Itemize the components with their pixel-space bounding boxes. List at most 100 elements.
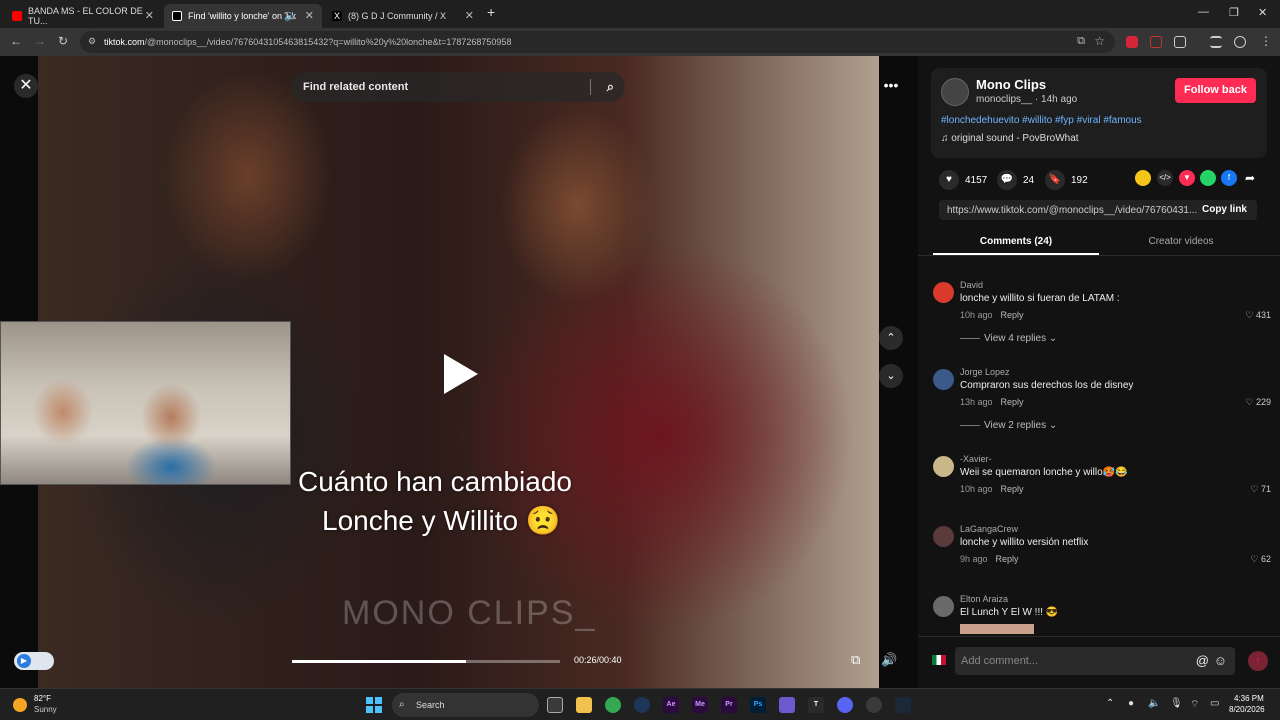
app-icon[interactable] [866,697,882,713]
comment-input[interactable]: Add comment... @ ☺ [955,647,1235,675]
taskbar-search[interactable]: ⌕ Search [392,693,539,717]
text-editor-icon[interactable]: T [808,697,824,713]
browser-tab-x[interactable]: X (8) G D J Community / X ✕ [324,4,482,28]
reload-icon[interactable]: ↻ [58,34,68,48]
sound-link[interactable]: ♫ original sound - PovBroWhat [941,133,1079,144]
post-comment-button[interactable]: ↑ [1248,651,1268,671]
video-player[interactable]: ✕ Find related content ⌕ ••• Cuánto han … [0,56,918,688]
weather-temperature[interactable]: 82°F [34,694,51,703]
comment-list[interactable]: David lonche y willito si fueran de LATA… [918,266,1280,634]
adblock-extension-icon[interactable] [1126,36,1138,48]
extensions-puzzle-icon[interactable] [1174,36,1186,48]
comment-like-button[interactable]: ♡ 431 [1245,310,1271,321]
avatar[interactable] [933,526,954,547]
premiere-icon[interactable]: Pr [721,697,737,713]
author-handle[interactable]: monoclips__ [976,94,1032,105]
avatar[interactable] [933,456,954,477]
next-video-button[interactable]: ⌄ [879,364,903,388]
app-icon[interactable] [634,697,650,713]
mention-icon[interactable]: @ [1196,647,1209,675]
maximize-icon[interactable]: ❐ [1229,6,1239,19]
menu-kebab-icon[interactable]: ⋮ [1260,34,1272,48]
steam-icon[interactable] [895,697,911,713]
autoscroll-toggle[interactable]: ▶ [14,652,54,670]
forward-icon[interactable]: → [34,34,46,48]
bookmark-star-icon[interactable]: ☆ [1094,34,1105,48]
speaker-icon[interactable]: 🔈 [1148,698,1160,709]
comment-user[interactable]: LaGangaCrew [960,524,1018,534]
save-button[interactable]: 🔖 192 [1045,170,1088,190]
back-icon[interactable]: ← [10,34,22,48]
more-options-button[interactable]: ••• [879,74,903,98]
reply-button[interactable]: Reply [1001,397,1024,407]
site-info-icon[interactable]: ⚙ [88,36,96,47]
previous-video-button[interactable]: ⌃ [879,326,903,350]
address-bar[interactable]: ⚙ tiktok.com/@monoclips__/video/76760431… [80,31,1115,53]
facebook-icon[interactable]: f [1221,170,1237,186]
embed-icon[interactable]: </> [1157,170,1173,186]
tab-creator-videos[interactable]: Creator videos [1098,236,1264,247]
clock-date[interactable]: 8/20/2026 [1229,705,1265,714]
app-icon[interactable] [779,697,795,713]
related-search-input[interactable]: Find related content ⌕ [292,72,625,102]
wifi-icon[interactable]: ⌔ [1190,698,1199,711]
copy-link-button[interactable]: Copy link [1202,204,1247,215]
hashtags[interactable]: #lonchedehuevito #willito #fyp #viral #f… [941,115,1142,126]
avatar[interactable] [933,596,954,617]
windows-start-icon[interactable] [366,697,382,713]
avatar[interactable] [933,369,954,390]
search-icon[interactable]: ⌕ [607,79,614,95]
media-controls-icon[interactable] [1210,36,1222,48]
new-tab-icon[interactable]: + [487,4,495,20]
photoshop-icon[interactable]: Ps [750,697,766,713]
share-icon[interactable]: ➦ [1242,170,1258,186]
battery-icon[interactable]: ▭ [1210,698,1219,709]
avatar[interactable] [933,282,954,303]
comment-like-button[interactable]: ♡ 62 [1250,554,1271,565]
view-replies-button[interactable]: View 2 replies ⌄ [960,420,1057,431]
install-icon[interactable]: ⧉ [1077,35,1085,48]
reply-button[interactable]: Reply [996,554,1019,564]
comment-user[interactable]: Elton Araiza [960,594,1008,604]
comment-user[interactable]: -Xavier- [960,454,992,464]
tray-app-icon[interactable]: ● [1128,698,1134,709]
play-icon[interactable] [444,354,478,394]
coin-icon[interactable] [1135,170,1151,186]
avatar[interactable] [941,78,969,106]
reply-button[interactable]: Reply [1001,310,1024,320]
view-replies-button[interactable]: View 4 replies ⌄ [960,333,1057,344]
whatsapp-icon[interactable] [1200,170,1216,186]
chevron-up-icon[interactable]: ⌃ [1106,698,1114,709]
close-icon[interactable]: ✕ [305,9,314,22]
comment-user[interactable]: Jorge Lopez [960,367,1010,377]
sun-icon[interactable] [13,698,27,712]
browser-tab-youtube[interactable]: BANDA MS - EL COLOR DE TU... ✕ [4,4,162,28]
clock-time[interactable]: 4:36 PM [1234,694,1264,703]
share-link-field[interactable]: https://www.tiktok.com/@monoclips__/vide… [939,200,1257,220]
close-icon[interactable]: ✕ [465,9,474,22]
volume-icon[interactable]: 🔊 [881,652,897,668]
media-encoder-icon[interactable]: Me [692,697,708,713]
microphone-icon[interactable]: 🎙 [1170,698,1183,709]
send-icon[interactable]: ▼ [1179,170,1195,186]
reply-button[interactable]: Reply [1001,484,1024,494]
weather-description[interactable]: Sunny [34,705,57,714]
window-close-icon[interactable]: ✕ [1258,6,1267,19]
author-name[interactable]: Mono Clips [976,77,1046,92]
comment-image[interactable] [960,624,1034,634]
comment-like-button[interactable]: ♡ 229 [1245,397,1271,408]
discord-icon[interactable] [837,697,853,713]
like-button[interactable]: ♥ 4157 [939,170,987,190]
minimize-icon[interactable]: — [1198,6,1209,18]
picture-in-picture-icon[interactable]: ⧉ [851,652,860,668]
after-effects-icon[interactable]: Ae [663,697,679,713]
follow-back-button[interactable]: Follow back [1175,78,1256,103]
tab-comments[interactable]: Comments (24) [933,236,1099,247]
browser-tab-tiktok[interactable]: Find 'willito y lonche' on Tik 🔈 ✕ [164,4,322,28]
comment-user[interactable]: David [960,280,983,290]
file-explorer-icon[interactable] [576,697,592,713]
comment-like-button[interactable]: ♡ 71 [1250,484,1271,495]
emoji-icon[interactable]: ☺ [1214,647,1227,675]
profile-icon[interactable] [1234,36,1246,48]
speaker-icon[interactable]: 🔈 [284,9,298,22]
